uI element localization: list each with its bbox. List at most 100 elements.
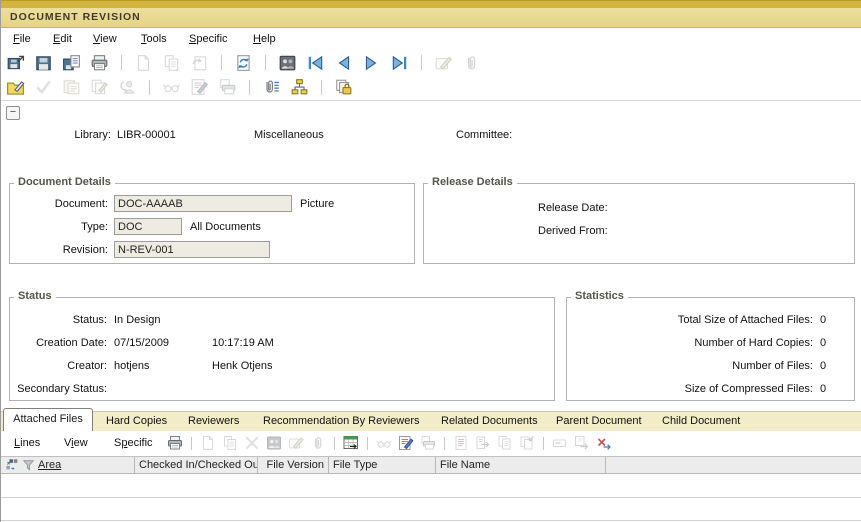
stat-num-files-value: 0 xyxy=(820,360,826,372)
document-input[interactable] xyxy=(114,195,292,212)
unlink-icon[interactable] xyxy=(596,435,612,451)
menu-edit[interactable]: Edit xyxy=(53,29,72,49)
edit-note-icon[interactable] xyxy=(288,435,304,451)
library-value: LIBR-00001 xyxy=(117,129,176,141)
print-doc-icon[interactable] xyxy=(420,435,436,451)
copy-batch-icon[interactable] xyxy=(62,78,81,96)
edit-doc-icon[interactable] xyxy=(398,435,414,451)
attached-files-table-header: Area Checked In/Checked Out File Version… xyxy=(1,456,861,474)
table-details-icon[interactable] xyxy=(343,435,359,451)
type-input[interactable] xyxy=(114,218,182,235)
folder-edit-icon[interactable] xyxy=(6,78,25,96)
column-header-area[interactable]: Area xyxy=(38,457,61,473)
tab-strip: Hard Copies Reviewers Recommendation By … xyxy=(1,411,861,431)
table-row-divider xyxy=(1,497,861,498)
first-record-icon[interactable] xyxy=(306,54,325,72)
revision-label: Revision: xyxy=(10,244,108,256)
print-icon[interactable] xyxy=(90,54,109,72)
refresh-icon[interactable] xyxy=(234,54,253,72)
print-icon[interactable] xyxy=(167,435,183,451)
next-record-icon[interactable] xyxy=(362,54,381,72)
window-title: DOCUMENT REVISION xyxy=(1,8,861,28)
committee-label: Committee: xyxy=(456,129,512,141)
doc-lines-icon[interactable] xyxy=(453,435,469,451)
tab-reviewers[interactable]: Reviewers xyxy=(188,412,239,431)
attachment-list-icon[interactable] xyxy=(262,78,281,96)
view-doc-icon[interactable] xyxy=(376,435,392,451)
save-close-icon[interactable] xyxy=(6,54,25,72)
secondary-status-label: Secondary Status: xyxy=(10,383,107,395)
separator xyxy=(191,437,192,450)
attachment-icon[interactable] xyxy=(310,435,326,451)
menu-help[interactable]: Help xyxy=(253,29,276,49)
toolbar-divider xyxy=(1,100,861,101)
tab-parent-document[interactable]: Parent Document xyxy=(556,412,642,431)
approve-check-icon[interactable] xyxy=(34,78,53,96)
release-details-group: Release Details Release Date: Derived Fr… xyxy=(423,183,855,264)
column-header-file-name: File Name xyxy=(436,457,606,473)
record-pivot-icon[interactable] xyxy=(5,458,20,472)
menu-file[interactable]: File xyxy=(13,29,31,49)
derived-from-label: Derived From: xyxy=(538,225,608,237)
find-icon[interactable] xyxy=(266,435,282,451)
separator xyxy=(543,437,544,450)
export-icon[interactable] xyxy=(574,435,590,451)
tab-related-documents[interactable]: Related Documents xyxy=(441,412,538,431)
column-header-empty xyxy=(606,457,861,473)
new-icon[interactable] xyxy=(200,435,216,451)
submenu-lines[interactable]: Lines xyxy=(14,432,40,455)
print-doc-icon[interactable] xyxy=(218,78,237,96)
tab-hard-copies[interactable]: Hard Copies xyxy=(106,412,167,431)
status-label: Status: xyxy=(10,314,107,326)
menu-view[interactable]: View xyxy=(93,29,117,49)
separator xyxy=(367,437,368,450)
hierarchy-icon[interactable] xyxy=(290,78,309,96)
save-icon[interactable] xyxy=(34,54,53,72)
doc-move-icon[interactable] xyxy=(475,435,491,451)
statistics-group-title: Statistics xyxy=(571,290,628,302)
delete-icon[interactable] xyxy=(244,435,260,451)
person-action-icon[interactable] xyxy=(118,78,137,96)
menu-tools[interactable]: Tools xyxy=(141,29,167,49)
package-icon[interactable] xyxy=(334,78,353,96)
find-icon[interactable] xyxy=(278,54,297,72)
new-icon[interactable] xyxy=(134,54,153,72)
creation-time-value: 10:17:19 AM xyxy=(212,337,274,349)
statistics-group: Statistics Total Size of Attached Files:… xyxy=(566,297,855,401)
menu-specific[interactable]: Specific xyxy=(189,29,228,49)
view-doc-icon[interactable] xyxy=(162,78,181,96)
last-record-icon[interactable] xyxy=(390,54,409,72)
submenu-specific[interactable]: Specific xyxy=(114,432,153,455)
library-label: Library: xyxy=(21,129,111,141)
copy-edit-icon[interactable] xyxy=(90,78,109,96)
attached-files-toolbar: Lines View Specific xyxy=(1,432,861,455)
save-as-icon[interactable] xyxy=(62,54,81,72)
collapse-region-button[interactable]: − xyxy=(6,106,20,120)
attachment-icon[interactable] xyxy=(462,54,481,72)
doc-paste-icon[interactable] xyxy=(519,435,535,451)
separator xyxy=(249,80,250,95)
tab-recommendation-by-reviewers[interactable]: Recommendation By Reviewers xyxy=(263,412,420,431)
separator xyxy=(321,80,322,95)
edit-doc-icon[interactable] xyxy=(190,78,209,96)
table-row-divider xyxy=(1,520,861,521)
tab-child-document[interactable]: Child Document xyxy=(662,412,740,431)
previous-record-icon[interactable] xyxy=(334,54,353,72)
release-date-label: Release Date: xyxy=(538,202,608,214)
copy-icon[interactable] xyxy=(162,54,181,72)
type-description: All Documents xyxy=(190,221,261,233)
stat-attached-size-label: Total Size of Attached Files: xyxy=(567,314,813,326)
stat-num-files-label: Number of Files: xyxy=(567,360,813,372)
revision-input[interactable] xyxy=(114,241,270,258)
undo-icon[interactable] xyxy=(190,54,209,72)
filter-icon[interactable] xyxy=(21,458,36,472)
edit-note-icon[interactable] xyxy=(434,54,453,72)
submenu-view[interactable]: View xyxy=(64,432,88,455)
separator xyxy=(421,55,422,70)
copy-icon[interactable] xyxy=(222,435,238,451)
tab-attached-files[interactable]: Attached Files xyxy=(3,408,93,431)
library-description: Miscellaneous xyxy=(254,129,324,141)
doc-copy-icon[interactable] xyxy=(497,435,513,451)
creator-name: Henk Otjens xyxy=(212,360,273,372)
list-item-icon[interactable] xyxy=(552,435,568,451)
